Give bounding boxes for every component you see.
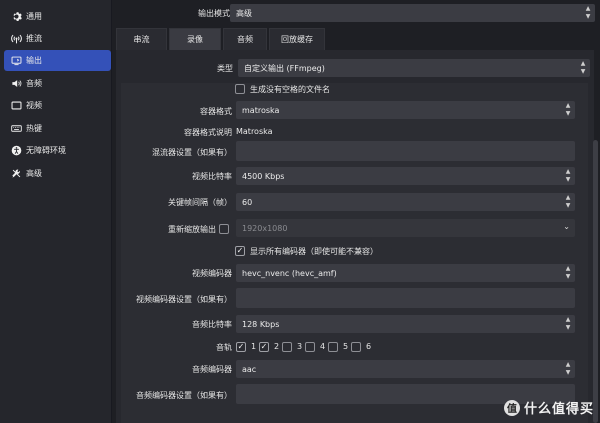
video-encoder-settings-input[interactable]	[236, 288, 575, 308]
audio-bitrate-label: 音频比特率	[192, 320, 232, 329]
spin-arrows-icon: ▲ ▼	[580, 60, 586, 75]
rescale-value: 1920x1080	[242, 223, 288, 233]
video-encoder-settings-label: 视频编码器设置（如果有）	[136, 295, 232, 304]
watermark-text: 什么值得买	[523, 402, 594, 417]
keyframe-interval-spinbox[interactable]: 60 ▲ ▼	[236, 193, 575, 211]
keyframe-interval-label: 关键帧间隔（帧）	[168, 198, 232, 207]
keyboard-icon	[10, 123, 22, 135]
spin-arrows-icon: ▲ ▼	[565, 102, 571, 117]
rescale-checkbox[interactable]	[219, 224, 229, 234]
sidebar-item-label: 无障碍环境	[26, 146, 66, 155]
output-mode-select[interactable]: 高级 ▲ ▼	[230, 4, 595, 22]
type-value: 自定义输出 (FFmpeg)	[244, 63, 325, 73]
container-format-select[interactable]: matroska ▲ ▼	[236, 101, 575, 119]
audio-track-6-label: 6	[366, 342, 372, 351]
audio-encoder-select[interactable]: aac ▲ ▼	[236, 360, 575, 378]
sidebar-item-label: 热键	[26, 124, 42, 133]
video-bitrate-spinbox[interactable]: 4500 Kbps ▲ ▼	[236, 167, 575, 185]
rescale-label: 重新缩放输出	[168, 225, 216, 234]
type-label: 类型	[217, 64, 233, 73]
container-format-label: 容器格式	[200, 107, 232, 116]
audio-track-3-label: 3	[297, 342, 303, 351]
sidebar-item-accessibility[interactable]: 无障碍环境	[4, 140, 111, 161]
watermark: 值 什么值得买	[503, 398, 594, 417]
audio-track-5-checkbox[interactable]	[328, 342, 338, 352]
audio-track-4-label: 4	[320, 342, 326, 351]
audio-track-2-label: 2	[274, 342, 280, 351]
audio-track-label: 音轨	[216, 343, 232, 352]
container-desc-label: 容器格式说明	[184, 128, 232, 137]
audio-track-5-label: 5	[343, 342, 349, 351]
video-encoder-label: 视频编码器	[192, 269, 232, 278]
video-bitrate-value: 4500 Kbps	[242, 171, 285, 181]
audio-encoder-value: aac	[242, 364, 257, 374]
spin-arrows-icon[interactable]: ▲ ▼	[565, 195, 571, 209]
sidebar-item-general[interactable]: 通用	[4, 6, 111, 27]
tab-recording[interactable]: 录像	[169, 28, 221, 50]
sidebar-item-label: 通用	[26, 12, 42, 21]
sidebar-item-advanced[interactable]: 高级	[4, 163, 111, 184]
output-tabs: 串流 录像 音频 回放缓存	[116, 28, 327, 50]
audio-bitrate-select[interactable]: 128 Kbps ▲ ▼	[236, 315, 575, 333]
type-select[interactable]: 自定义输出 (FFmpeg) ▲ ▼	[238, 59, 590, 77]
container-desc-value: Matroska	[236, 127, 273, 136]
watermark-badge: 值	[503, 399, 520, 416]
audio-encoder-settings-label: 音频编码器设置（如果有）	[136, 391, 232, 400]
spin-arrows-icon: ▲ ▼	[565, 265, 571, 280]
rescale-resolution-select[interactable]: 1920x1080 ⌄	[236, 219, 575, 237]
audio-bitrate-value: 128 Kbps	[242, 319, 280, 329]
antenna-icon	[10, 33, 22, 45]
settings-sidebar: 通用 推流 输出 音频 视频 热键 无障碍环境 高级	[0, 0, 112, 423]
show-all-codecs-label: 显示所有编码器（即使可能不兼容）	[250, 247, 378, 256]
container-format-value: matroska	[242, 105, 280, 115]
generate-filename-label: 生成没有空格的文件名	[250, 85, 330, 94]
output-mode-label: 输出模式	[198, 9, 230, 18]
speaker-icon	[10, 78, 22, 90]
audio-track-3-checkbox[interactable]	[282, 342, 292, 352]
chevron-down-icon: ⌄	[563, 222, 570, 231]
output-mode-value: 高级	[236, 8, 252, 18]
gear-icon	[10, 11, 22, 23]
sidebar-item-label: 视频	[26, 101, 42, 110]
spin-arrows-icon[interactable]: ▲ ▼	[565, 169, 571, 183]
audio-track-6-checkbox[interactable]	[351, 342, 361, 352]
audio-track-1-label: 1	[251, 342, 257, 351]
keyframe-interval-value: 60	[242, 197, 253, 207]
video-bitrate-label: 视频比特率	[192, 172, 232, 181]
audio-track-4-checkbox[interactable]	[305, 342, 315, 352]
sidebar-item-output[interactable]: 输出	[4, 50, 111, 71]
sidebar-item-label: 音频	[26, 79, 42, 88]
tab-stream[interactable]: 串流	[116, 28, 167, 50]
spin-arrows-icon: ▲ ▼	[585, 5, 591, 20]
tab-audio[interactable]: 音频	[223, 28, 267, 50]
show-all-codecs-checkbox[interactable]: ✓	[235, 246, 245, 256]
tab-replay-buffer[interactable]: 回放缓存	[269, 28, 325, 50]
sidebar-item-stream[interactable]: 推流	[4, 28, 111, 49]
tools-icon	[10, 168, 22, 180]
monitor-icon	[10, 100, 22, 112]
output-icon	[10, 55, 22, 67]
sidebar-item-video[interactable]: 视频	[4, 95, 111, 116]
muxer-settings-label: 混流器设置（如果有）	[152, 148, 232, 157]
video-encoder-select[interactable]: hevc_nvenc (hevc_amf) ▲ ▼	[236, 264, 575, 282]
audio-track-2-checkbox[interactable]: ✓	[259, 342, 269, 352]
sidebar-item-audio[interactable]: 音频	[4, 73, 111, 94]
sidebar-item-hotkeys[interactable]: 热键	[4, 118, 111, 139]
spin-arrows-icon: ▲ ▼	[565, 316, 571, 331]
muxer-settings-input[interactable]	[236, 141, 575, 161]
generate-filename-checkbox[interactable]	[235, 84, 245, 94]
spin-arrows-icon: ▲ ▼	[565, 361, 571, 376]
video-encoder-value: hevc_nvenc (hevc_amf)	[242, 268, 337, 278]
accessibility-icon	[10, 145, 22, 157]
sidebar-item-label: 推流	[26, 34, 42, 43]
scrollbar[interactable]	[593, 140, 598, 423]
sidebar-item-label: 输出	[26, 56, 42, 65]
audio-encoder-label: 音频编码器	[192, 365, 232, 374]
audio-track-1-checkbox[interactable]: ✓	[236, 342, 246, 352]
output-settings-panel: 输出模式 高级 ▲ ▼ 串流 录像 音频 回放缓存 类型 自定义输出 (FFmpe…	[113, 0, 600, 423]
sidebar-item-label: 高级	[26, 169, 42, 178]
